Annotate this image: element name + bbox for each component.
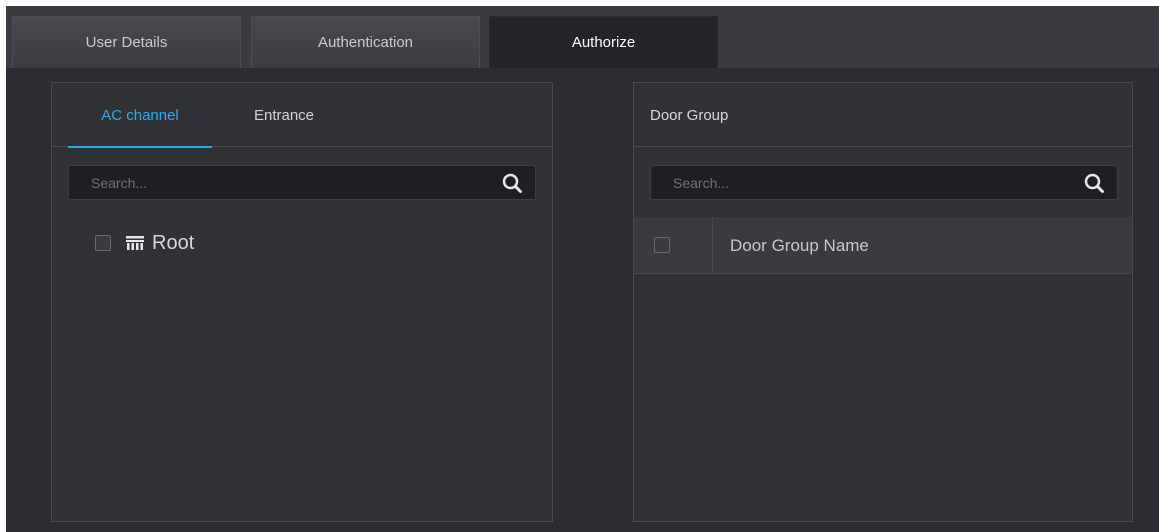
door-group-search-input[interactable] <box>651 166 1073 199</box>
door-group-panel-header: Door Group <box>634 83 1132 147</box>
app-window: User Details Authentication Authorize AC… <box>6 6 1159 532</box>
root-checkbox[interactable] <box>95 235 111 251</box>
subtab-label: AC channel <box>101 106 179 124</box>
door-group-search-box <box>650 165 1118 200</box>
subtab-ac-channel[interactable]: AC channel <box>68 83 212 148</box>
column-divider <box>712 217 713 273</box>
device-tree-icon <box>126 236 144 250</box>
tab-bar: User Details Authentication Authorize <box>6 6 1159 68</box>
search-icon[interactable] <box>501 172 523 194</box>
tab-user-details[interactable]: User Details <box>12 16 241 68</box>
tab-label: Authorize <box>571 34 636 51</box>
search-icon[interactable] <box>1083 172 1105 194</box>
channel-panel-header: AC channel Entrance <box>52 83 552 148</box>
tab-authentication[interactable]: Authentication <box>251 16 480 68</box>
channel-search-box <box>68 165 536 200</box>
subtab-entrance[interactable]: Entrance <box>222 83 346 147</box>
door-group-panel: Door Group Door Group Name <box>633 82 1133 522</box>
table-header: Door Group Name <box>634 217 1132 274</box>
tree-node-label: Root <box>152 232 195 254</box>
column-header-door-group-name[interactable]: Door Group Name <box>730 217 869 274</box>
channel-search-input[interactable] <box>69 166 491 199</box>
tree-node-root[interactable]: Root <box>92 231 292 255</box>
tab-authorize[interactable]: Authorize <box>489 16 718 68</box>
tab-label: User Details <box>85 34 168 51</box>
tab-label: Authentication <box>317 34 414 51</box>
channel-panel: AC channel Entrance Root <box>51 82 553 522</box>
subtab-label: Entrance <box>253 106 315 124</box>
panel-title: Door Group <box>650 106 729 124</box>
select-all-checkbox[interactable] <box>654 237 670 253</box>
